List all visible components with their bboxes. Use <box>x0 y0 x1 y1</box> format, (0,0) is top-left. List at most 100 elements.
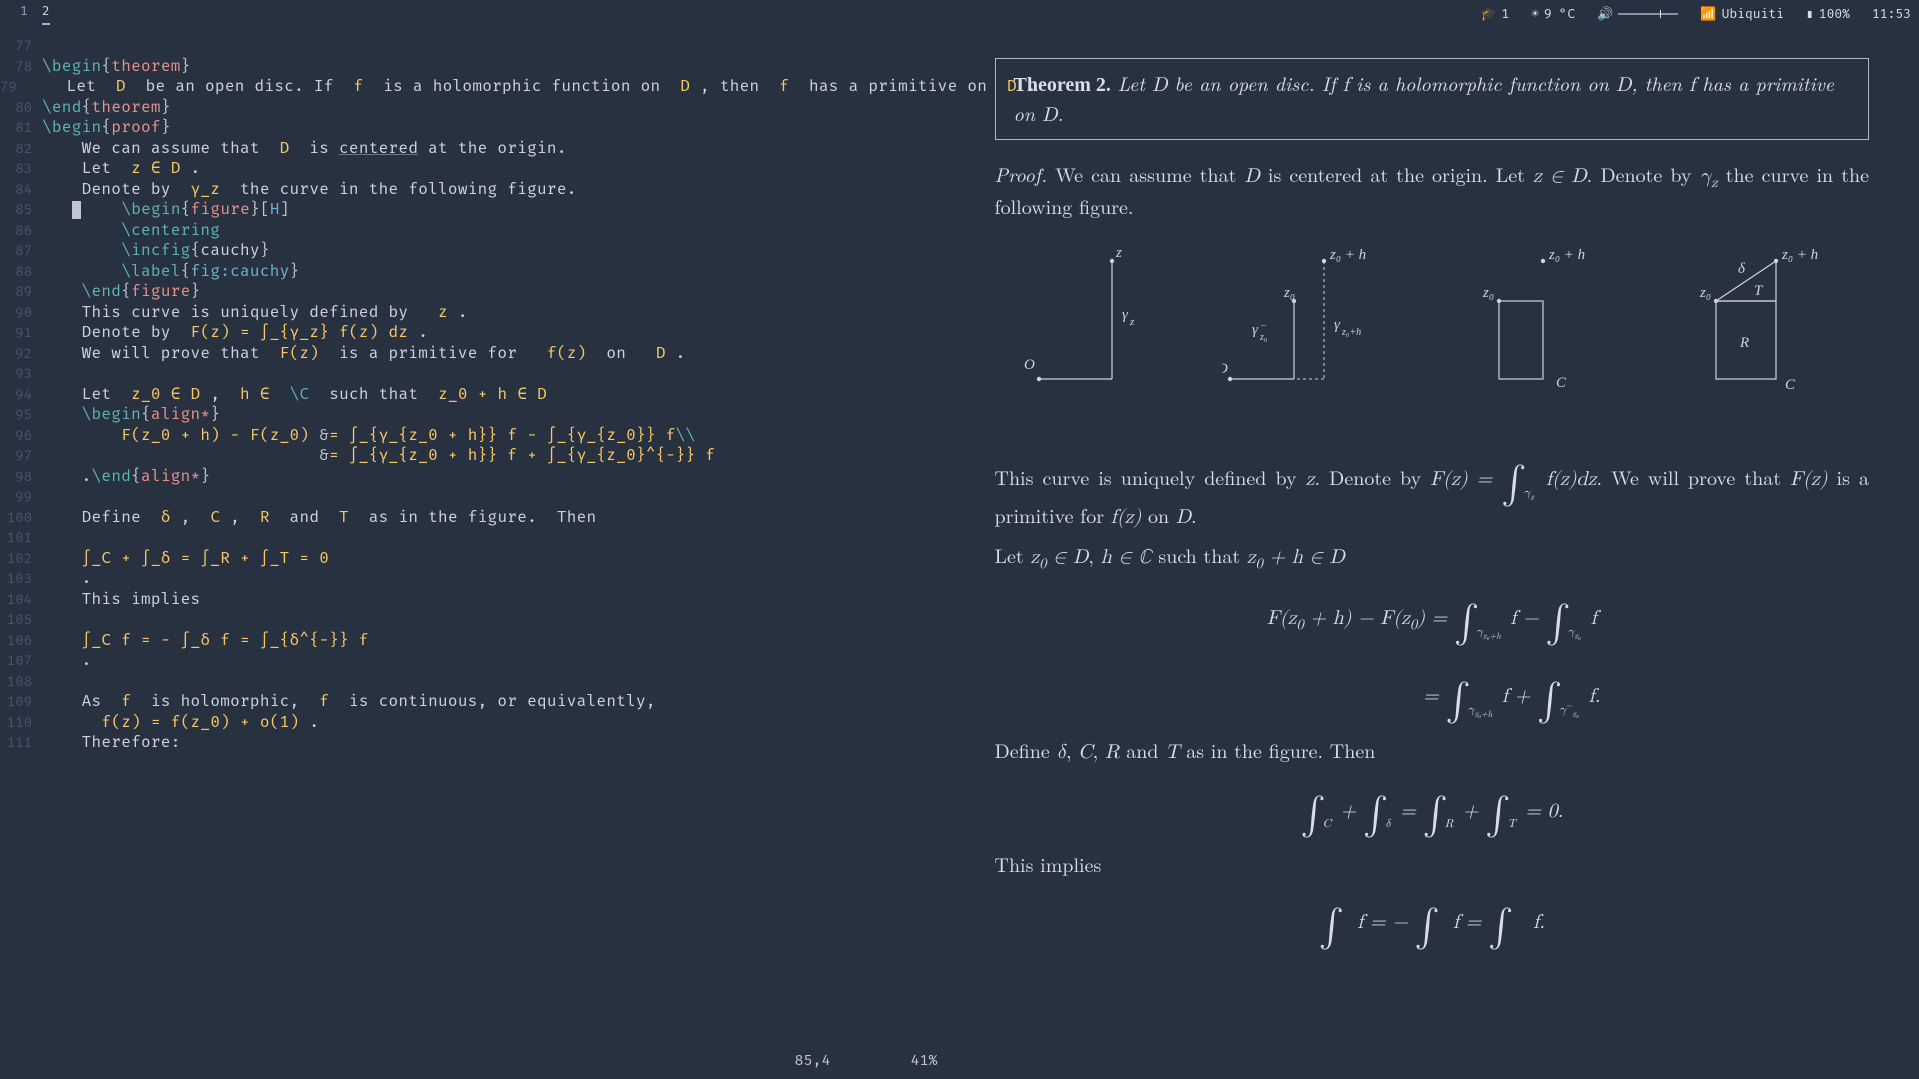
svg-text:C: C <box>1785 377 1796 393</box>
code-content[interactable]: Let z_0 ∈ D , h ∈ \C such that z_0 + h ∈… <box>42 385 547 406</box>
code-content[interactable]: Let z ∈ D . <box>42 159 200 180</box>
vim-editor-pane[interactable]: 7778\begin{theorem}79 Let D be an open d… <box>0 28 960 1079</box>
code-content[interactable]: \incfig{cauchy} <box>42 241 270 262</box>
weather-indicator: ☀ 9 °C <box>1531 7 1575 22</box>
svg-text:z₀: z₀ <box>1283 285 1295 301</box>
code-content[interactable]: Denote by F(z) = ∫_{γ_z} f(z) dz . <box>42 323 428 344</box>
code-line[interactable]: 84 Denote by γ_z the curve in the follow… <box>0 180 960 201</box>
figure-cauchy: z O γz z₀ + h z₀ O γ−z₀ γz₀+h z₀ + h <box>995 239 1870 399</box>
code-line[interactable]: 91 Denote by F(z) = ∫_{γ_z} f(z) dz . <box>0 323 960 344</box>
code-content[interactable]: \begin{theorem} <box>42 57 191 78</box>
svg-text:z: z <box>1115 245 1122 261</box>
line-number: 88 <box>0 262 42 283</box>
svg-text:γ: γ <box>1334 317 1341 333</box>
code-line[interactable]: 90 This curve is uniquely defined by z . <box>0 303 960 324</box>
code-line[interactable]: 81\begin{proof} <box>0 118 960 139</box>
code-line[interactable]: 98 .\end{align*} <box>0 467 960 488</box>
code-line[interactable]: 83 Let z ∈ D . <box>0 159 960 180</box>
code-line[interactable]: 89 \end{figure} <box>0 282 960 303</box>
code-content[interactable]: We can assume that D is centered at the … <box>42 139 567 160</box>
code-line[interactable]: 107 . <box>0 651 960 672</box>
svg-text:T: T <box>1754 283 1764 299</box>
line-number: 94 <box>0 385 42 406</box>
code-content[interactable]: Define δ , C , R and T as in the figure.… <box>42 508 596 529</box>
code-line[interactable]: 101 <box>0 528 960 549</box>
line-number: 81 <box>0 118 42 139</box>
svg-text:C: C <box>1556 375 1567 391</box>
code-line[interactable]: 109 As f is holomorphic, f is continuous… <box>0 692 960 713</box>
code-line[interactable]: 97 &= ∫_{γ_{z_0 + h}} f + ∫_{γ_{z_0}^{-}… <box>0 446 960 467</box>
code-content[interactable]: &= ∫_{γ_{z_0 + h}} f + ∫_{γ_{z_0}^{-}} f <box>42 446 715 467</box>
code-content[interactable]: f(z) = f(z_0) + o(1) . <box>42 713 319 734</box>
proof-paragraph-3: Let z0 ∈ D, h ∈ ℂ such that z0 + h ∈ D <box>995 541 1870 573</box>
code-line[interactable]: 86 \centering <box>0 221 960 242</box>
code-line[interactable]: 88 \label{fig:cauchy} <box>0 262 960 283</box>
svg-text:z₀+h: z₀+h <box>1341 327 1361 338</box>
code-line[interactable]: 106 ∫_C f = - ∫_δ f = ∫_{δ^{-}} f <box>0 631 960 652</box>
svg-text:z₀ + h: z₀ + h <box>1548 247 1585 263</box>
code-line[interactable]: 77 <box>0 36 960 57</box>
code-line[interactable]: 78\begin{theorem} <box>0 57 960 78</box>
code-line[interactable]: 82 We can assume that D is centered at t… <box>0 139 960 160</box>
code-line[interactable]: 111 Therefore: <box>0 733 960 754</box>
pdf-preview-pane[interactable]: Theorem 2. Let D be an open disc. If f i… <box>960 28 1919 1079</box>
svg-text:z: z <box>1129 316 1135 328</box>
code-content[interactable]: \end{figure} <box>42 282 200 303</box>
code-line[interactable]: 87 \incfig{cauchy} <box>0 241 960 262</box>
proof-label: Proof. <box>995 159 1048 188</box>
line-number: 87 <box>0 241 42 262</box>
code-content[interactable]: ∫_C + ∫_δ = ∫_R + ∫_T = 0 <box>42 549 329 570</box>
line-number: 101 <box>0 528 42 549</box>
code-content[interactable]: This implies <box>42 590 200 611</box>
svg-text:O: O <box>1222 361 1228 377</box>
code-line[interactable]: 94 Let z_0 ∈ D , h ∈ \C such that z_0 + … <box>0 385 960 406</box>
code-line[interactable]: 93 <box>0 364 960 385</box>
code-line[interactable]: 80\end{theorem} <box>0 98 960 119</box>
scroll-percent: 41% <box>910 1051 937 1069</box>
line-number: 107 <box>0 651 42 672</box>
code-line[interactable]: 99 <box>0 487 960 508</box>
code-line[interactable]: 100 Define δ , C , R and T as in the fig… <box>0 508 960 529</box>
code-content[interactable]: We will prove that F(z) is a primitive f… <box>42 344 686 365</box>
code-line[interactable]: 79 Let D be an open disc. If f is a holo… <box>0 77 960 98</box>
volume-slider-icon[interactable] <box>1618 13 1678 15</box>
code-content[interactable]: . <box>42 569 92 590</box>
figure-panel-4: z₀ + h z₀ δ T R C <box>1670 239 1840 399</box>
code-line[interactable]: 108 <box>0 672 960 693</box>
code-content[interactable]: \centering <box>42 221 220 242</box>
code-content[interactable]: \begin{align*} <box>42 405 220 426</box>
code-content[interactable]: F(z_0 + h) - F(z_0) &= ∫_{γ_{z_0 + h}} f… <box>42 426 695 447</box>
code-content[interactable]: \begin{figure}[H] <box>42 200 290 221</box>
code-line[interactable]: 104 This implies <box>0 590 960 611</box>
code-line[interactable]: 105 <box>0 610 960 631</box>
code-line[interactable]: 110 f(z) = f(z_0) + o(1) . <box>0 713 960 734</box>
line-number: 102 <box>0 549 42 570</box>
workspace-tab-1[interactable]: 1 <box>20 4 28 25</box>
code-content[interactable]: This curve is uniquely defined by z . <box>42 303 468 324</box>
svg-text:R: R <box>1739 335 1749 351</box>
figure-panel-1: z O γz <box>1024 239 1164 399</box>
code-content[interactable]: .\end{align*} <box>42 467 210 488</box>
code-line[interactable]: 95 \begin{align*} <box>0 405 960 426</box>
code-content[interactable]: \label{fig:cauchy} <box>42 262 299 283</box>
code-line[interactable]: 103 . <box>0 569 960 590</box>
code-content[interactable]: Therefore: <box>42 733 181 754</box>
volume-indicator[interactable]: 🔊 <box>1597 7 1678 22</box>
workspace-tab-2[interactable]: 2 <box>42 4 50 25</box>
code-line[interactable]: 102 ∫_C + ∫_δ = ∫_R + ∫_T = 0 <box>0 549 960 570</box>
code-line[interactable]: 92 We will prove that F(z) is a primitiv… <box>0 344 960 365</box>
code-content[interactable]: ∫_C f = - ∫_δ f = ∫_{δ^{-}} f <box>42 631 369 652</box>
code-content[interactable]: As f is holomorphic, f is continuous, or… <box>42 692 656 713</box>
code-content[interactable]: Denote by γ_z the curve in the following… <box>42 180 577 201</box>
code-line[interactable]: 85 \begin{figure}[H] <box>0 200 960 221</box>
line-number: 105 <box>0 610 42 631</box>
proof-paragraph-4: Define δ, C, R and T as in the figure. T… <box>995 736 1870 766</box>
code-content[interactable]: \end{theorem} <box>42 98 171 119</box>
code-line[interactable]: 96 F(z_0 + h) - F(z_0) &= ∫_{γ_{z_0 + h}… <box>0 426 960 447</box>
code-content[interactable]: Let D be an open disc. If f is a holomor… <box>27 77 1037 98</box>
line-number: 100 <box>0 508 42 529</box>
svg-text:γ: γ <box>1122 307 1129 323</box>
svg-text:z₀: z₀ <box>1699 285 1711 301</box>
code-content[interactable]: . <box>42 651 92 672</box>
code-content[interactable]: \begin{proof} <box>42 118 171 139</box>
